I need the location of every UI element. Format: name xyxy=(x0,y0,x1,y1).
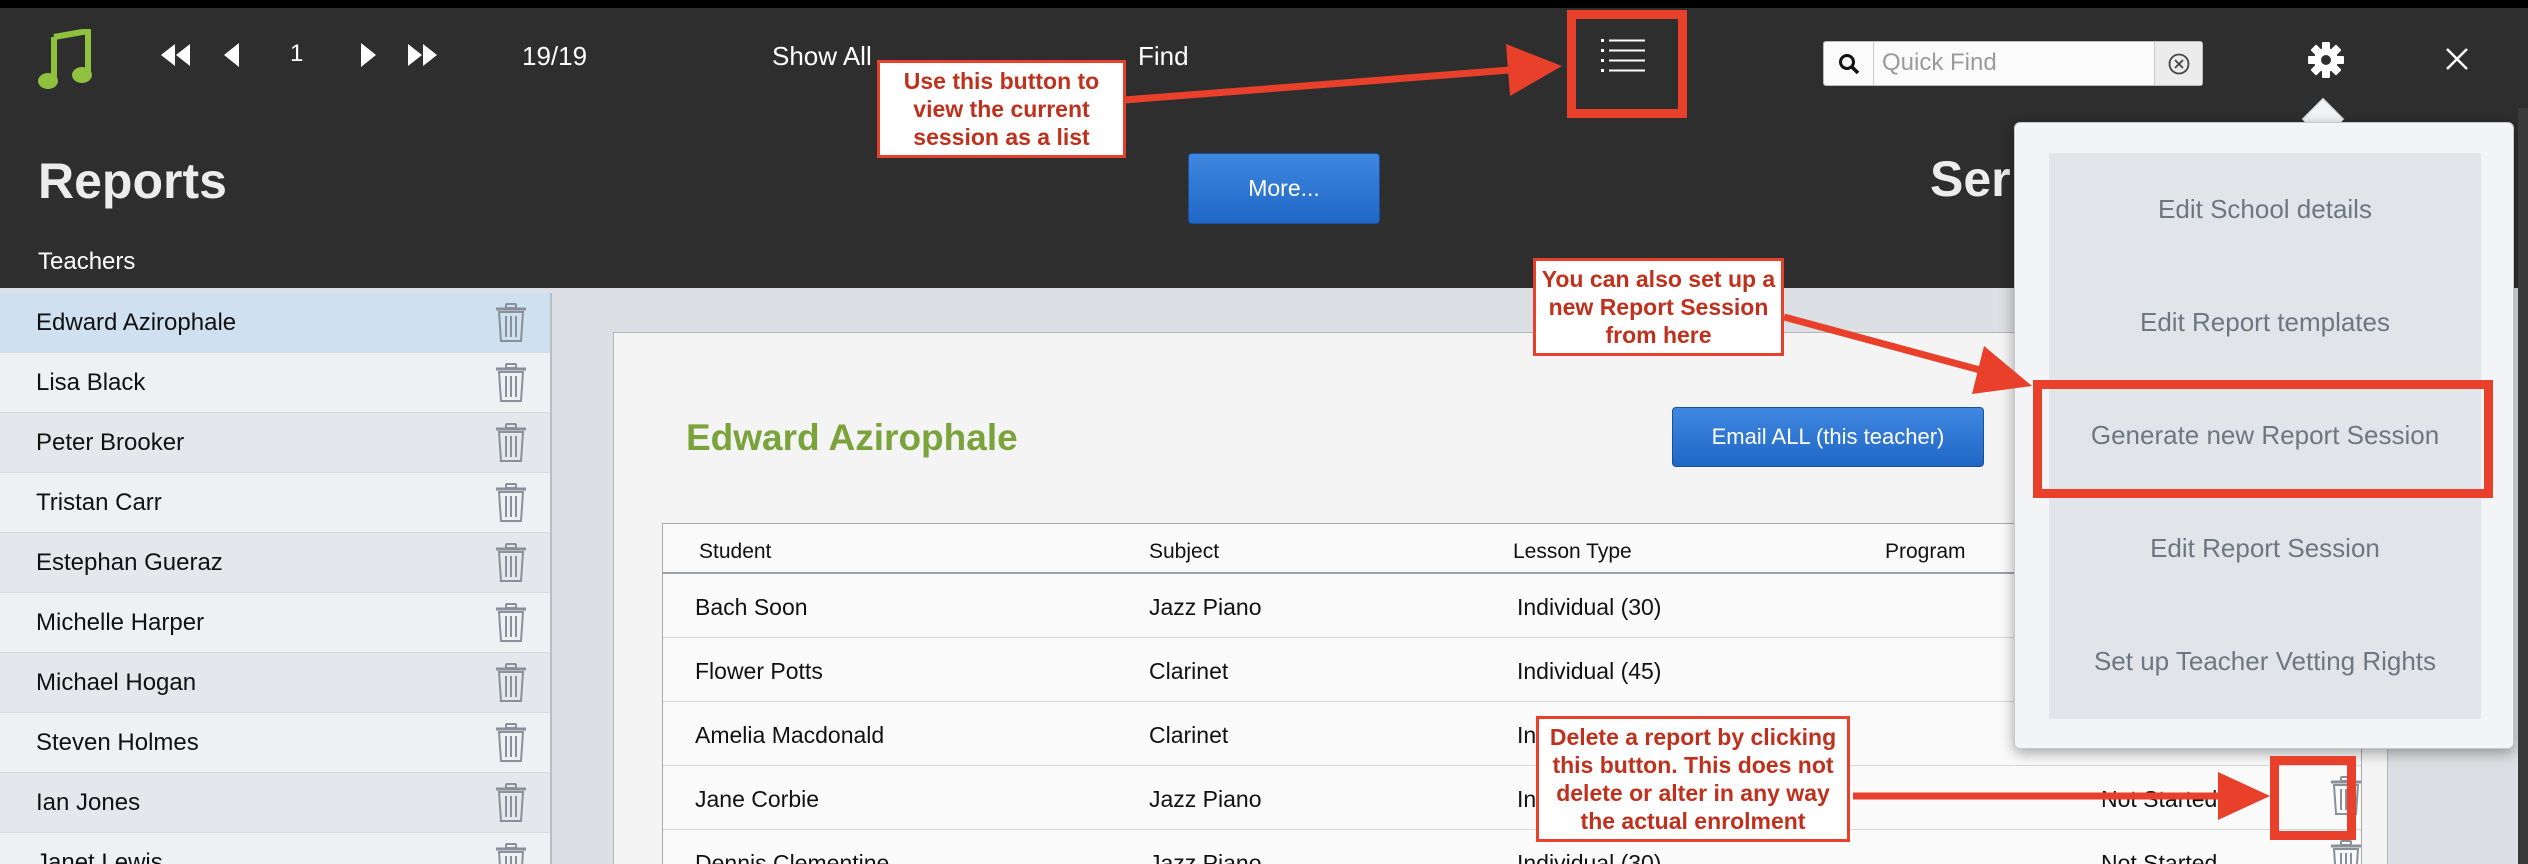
menu-item-edit-school-details[interactable]: Edit School details xyxy=(2049,153,2481,266)
column-header-lesson-type[interactable]: Lesson Type xyxy=(1513,540,1632,564)
record-number[interactable]: 1 xyxy=(290,42,303,66)
close-icon[interactable] xyxy=(2442,44,2472,74)
find-button[interactable]: Find xyxy=(1138,43,1189,69)
trash-icon[interactable] xyxy=(492,303,530,343)
trash-icon[interactable] xyxy=(492,723,530,763)
cell-lesson-type: In xyxy=(1517,722,1537,748)
trash-icon[interactable] xyxy=(2328,840,2364,864)
teacher-row[interactable]: Peter Brooker xyxy=(0,413,550,473)
teacher-row[interactable]: Michael Hogan xyxy=(0,653,550,713)
first-record-icon[interactable] xyxy=(160,40,192,70)
teacher-row[interactable]: Ian Jones xyxy=(0,773,550,833)
teacher-row[interactable]: Tristan Carr xyxy=(0,473,550,533)
cell-status: Not Started xyxy=(2101,850,2218,864)
next-record-icon[interactable] xyxy=(358,40,378,70)
cell-lesson-type: Individual (30) xyxy=(1517,594,1662,620)
session-title: Ser xyxy=(1930,151,2011,207)
trash-icon[interactable] xyxy=(492,483,530,523)
cell-lesson-type: In xyxy=(1517,786,1537,812)
trash-icon[interactable] xyxy=(492,543,530,583)
quick-find-input[interactable] xyxy=(1882,46,2152,80)
trash-icon[interactable] xyxy=(492,843,530,864)
teacher-row[interactable]: Lisa Black xyxy=(0,353,550,413)
cell-lesson-type: Individual (45) xyxy=(1517,658,1662,684)
teacher-name: Janet Lewis xyxy=(36,848,163,864)
cell-subject: Jazz Piano xyxy=(1149,786,1262,812)
teacher-name: Peter Brooker xyxy=(36,428,185,456)
last-record-icon[interactable] xyxy=(406,40,438,70)
teacher-row[interactable]: Steven Holmes xyxy=(0,713,550,773)
teacher-row[interactable]: Michelle Harper xyxy=(0,593,550,653)
menu-item-edit-report-session[interactable]: Edit Report Session xyxy=(2049,492,2481,605)
delete-report-callout: Delete a report by clicking this button.… xyxy=(1536,716,1850,842)
menu-item-edit-report-templates[interactable]: Edit Report templates xyxy=(2049,266,2481,379)
column-header-student[interactable]: Student xyxy=(699,540,771,564)
column-header-subject[interactable]: Subject xyxy=(1149,540,1219,564)
search-icon[interactable] xyxy=(1824,42,1874,85)
menu-item-teacher-vetting-rights[interactable]: Set up Teacher Vetting Rights xyxy=(2049,605,2481,718)
record-count: 19/19 xyxy=(522,41,588,71)
cell-student: Bach Soon xyxy=(695,594,808,620)
cell-status: Not Started xyxy=(2101,786,2218,812)
window-edge xyxy=(2518,108,2528,864)
table-row[interactable]: Dennis Clementine Jazz Piano Individual … xyxy=(663,830,2361,864)
trash-icon[interactable] xyxy=(492,783,530,823)
teacher-name: Michelle Harper xyxy=(36,608,205,636)
selected-teacher-name: Edward Azirophale xyxy=(686,417,1018,458)
trash-icon[interactable] xyxy=(492,363,530,403)
list-view-callout: Use this button to view the current sess… xyxy=(877,60,1126,158)
cell-subject: Clarinet xyxy=(1149,722,1229,748)
music-note-icon[interactable] xyxy=(36,28,96,92)
clear-search-icon[interactable] xyxy=(2154,42,2202,85)
generate-session-highlight xyxy=(2033,380,2493,498)
teacher-name: Tristan Carr xyxy=(36,488,162,516)
new-session-callout: You can also set up a new Report Session… xyxy=(1533,258,1784,356)
quick-find-field[interactable] xyxy=(1823,41,2203,86)
show-all-button[interactable]: Show All xyxy=(772,43,872,69)
teacher-name: Lisa Black xyxy=(36,368,146,396)
previous-record-icon[interactable] xyxy=(222,40,242,70)
teacher-name: Estephan Gueraz xyxy=(36,548,223,576)
cell-subject: Jazz Piano xyxy=(1149,594,1262,620)
gear-icon[interactable] xyxy=(2306,40,2346,80)
cell-student: Amelia Macdonald xyxy=(695,722,885,748)
email-all-button[interactable]: Email ALL (this teacher) xyxy=(1672,407,1984,467)
cell-subject: Clarinet xyxy=(1149,658,1229,684)
teacher-name: Ian Jones xyxy=(36,788,141,816)
teacher-name: Michael Hogan xyxy=(36,668,197,696)
teacher-row[interactable]: Edward Azirophale xyxy=(0,293,550,353)
more-button[interactable]: More... xyxy=(1188,153,1380,224)
teachers-section-label: Teachers xyxy=(38,248,136,275)
teacher-name: Steven Holmes xyxy=(36,728,199,756)
teacher-row[interactable]: Janet Lewis xyxy=(0,833,550,864)
teacher-list: Edward Azirophale Lisa Black Peter Brook… xyxy=(0,293,552,864)
trash-icon[interactable] xyxy=(492,603,530,643)
cell-subject: Jazz Piano xyxy=(1149,850,1262,864)
teacher-name: Edward Azirophale xyxy=(36,308,237,336)
column-header-program[interactable]: Program xyxy=(1885,540,1966,564)
cell-student: Jane Corbie xyxy=(695,786,820,812)
cell-student: Dennis Clementine xyxy=(695,850,890,864)
teacher-row[interactable]: Estephan Gueraz xyxy=(0,533,550,593)
list-view-highlight xyxy=(1567,10,1687,118)
cell-student: Flower Potts xyxy=(695,658,823,684)
delete-button-highlight xyxy=(2270,756,2356,840)
top-toolbar: 1 19/19 Show All Find xyxy=(0,0,2528,108)
table-row[interactable]: Jane Corbie Jazz Piano In Not Started xyxy=(663,766,2361,830)
trash-icon[interactable] xyxy=(492,663,530,703)
trash-icon[interactable] xyxy=(492,423,530,463)
page-title: Reports xyxy=(38,153,227,209)
cell-lesson-type: Individual (30) xyxy=(1517,850,1662,864)
